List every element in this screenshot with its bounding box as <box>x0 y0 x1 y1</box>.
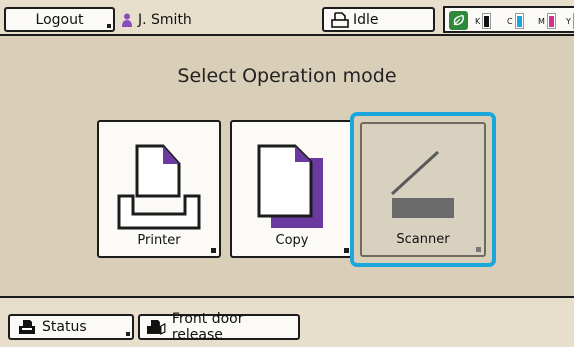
printer-mode-button[interactable]: Printer <box>97 120 221 258</box>
status-icon <box>19 320 35 334</box>
ink-level-c: C <box>507 13 524 29</box>
ink-bar-k <box>482 13 492 29</box>
ink-fill-m <box>548 16 554 27</box>
printer-status-button[interactable]: Idle <box>322 7 435 32</box>
user-name: J. Smith <box>138 12 192 28</box>
button-corner-marker <box>211 248 216 253</box>
user-icon <box>122 13 132 27</box>
scanner-mode-label: Scanner <box>396 232 450 247</box>
ink-fill-c <box>516 16 522 27</box>
scanner-mode-button[interactable]: Scanner <box>360 122 486 257</box>
front-door-release-button[interactable]: Front door release <box>138 311 300 343</box>
bottom-bar: Status Front door release <box>0 296 574 347</box>
button-corner-marker <box>476 247 481 252</box>
top-bar: Logout J. Smith Idle K C M Y <box>0 0 574 36</box>
button-corner-marker <box>344 248 349 253</box>
button-corner-marker <box>126 332 130 336</box>
ink-label-c: C <box>507 16 513 26</box>
printer-status-text: Idle <box>353 11 379 28</box>
status-label: Status <box>42 319 87 335</box>
selection-highlight: Scanner <box>350 112 496 267</box>
printer-mode-label: Printer <box>137 233 181 248</box>
copy-icon <box>232 144 352 232</box>
ink-bar-c <box>514 13 524 29</box>
ink-bar-m <box>546 13 556 29</box>
logout-button[interactable]: Logout <box>4 7 115 32</box>
user-indicator: J. Smith <box>122 9 192 31</box>
ink-fill-k <box>484 16 490 27</box>
printer-icon <box>99 144 219 232</box>
ink-label-y: Y <box>566 16 571 26</box>
copy-mode-button[interactable]: Copy <box>230 120 354 258</box>
ink-status-panel[interactable]: K C M Y <box>443 6 574 33</box>
front-door-label: Front door release <box>171 311 244 343</box>
ink-level-k: K <box>475 13 492 29</box>
ink-ok-icon <box>449 11 468 30</box>
status-button[interactable]: Status <box>8 314 134 340</box>
ink-level-m: M <box>538 13 556 29</box>
logout-label: Logout <box>35 11 84 28</box>
ink-label-k: K <box>475 16 481 26</box>
front-door-icon <box>146 320 166 335</box>
button-corner-marker <box>107 24 111 28</box>
ink-label-m: M <box>538 16 545 26</box>
scanner-icon <box>362 150 484 220</box>
page-title: Select Operation mode <box>177 65 397 87</box>
printer-status-icon <box>331 11 349 28</box>
ink-level-y: Y <box>566 13 574 29</box>
copy-mode-label: Copy <box>275 233 309 248</box>
